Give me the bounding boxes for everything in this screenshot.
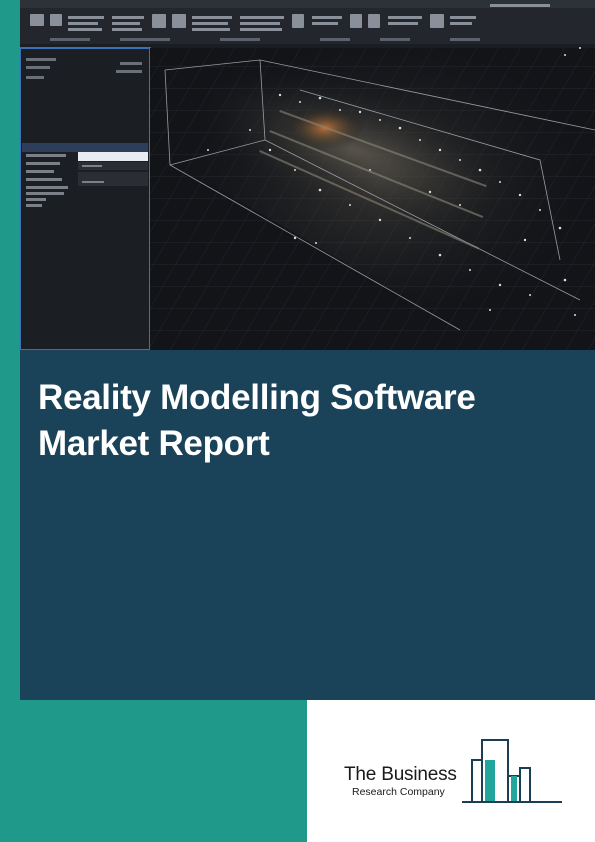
bottom-accent-block (0, 700, 307, 842)
report-title-line1: Reality Modelling Software (38, 378, 476, 417)
report-title: Reality Modelling Software Market Report (38, 375, 578, 467)
cover-screenshot (20, 0, 595, 350)
logo-text-secondary: Research Company (352, 786, 445, 798)
business-research-logo: The Business Research Company (340, 738, 565, 804)
report-title-line2: Market Report (38, 424, 270, 463)
logo-text-primary: The Business (344, 764, 457, 785)
